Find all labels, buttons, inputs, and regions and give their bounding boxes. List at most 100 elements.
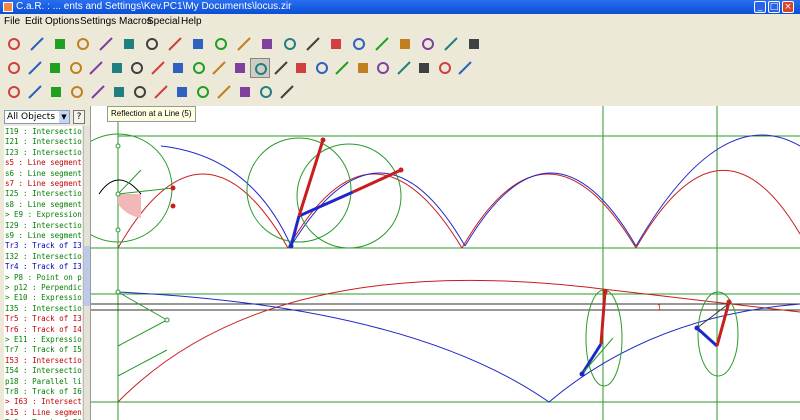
menu-edit[interactable]: Edit bbox=[25, 14, 42, 30]
page-icon[interactable] bbox=[211, 34, 231, 54]
fixed-circle-icon[interactable] bbox=[127, 58, 147, 78]
undo-icon[interactable] bbox=[73, 34, 93, 54]
dot-tool-icon[interactable] bbox=[4, 58, 24, 78]
object-list-item[interactable]: I54 : Intersectio bbox=[5, 365, 82, 376]
line-tool-icon[interactable] bbox=[25, 58, 45, 78]
tool-k-icon[interactable] bbox=[214, 82, 234, 102]
blue-arch-3[interactable] bbox=[464, 172, 637, 247]
circle2-tool-icon[interactable] bbox=[107, 58, 127, 78]
text-tool-icon[interactable] bbox=[414, 58, 434, 78]
object-list-item[interactable]: s9 : Line segment bbox=[5, 230, 82, 241]
object-list-item[interactable]: Tr8 : Track of I6 bbox=[5, 386, 82, 397]
menu-special[interactable]: Special bbox=[147, 14, 180, 30]
object-list-item[interactable]: Tr4 : Track of I3 bbox=[5, 261, 82, 272]
zigzag-icon[interactable] bbox=[312, 58, 332, 78]
object-list-item[interactable]: I35 : Intersectio bbox=[5, 303, 82, 314]
scrollbar-thumb[interactable] bbox=[84, 246, 90, 306]
blue-arch-1[interactable] bbox=[160, 145, 292, 247]
object-list-item[interactable]: I21 : Intersectio bbox=[5, 136, 82, 147]
point-blue-base[interactable] bbox=[288, 243, 294, 249]
polygon-icon[interactable] bbox=[373, 58, 393, 78]
blue-rod-2[interactable] bbox=[298, 190, 354, 218]
object-list-item[interactable]: > p12 : Perpendic bbox=[5, 282, 82, 293]
parallel-icon[interactable] bbox=[209, 58, 229, 78]
help-button[interactable]: ? bbox=[73, 110, 85, 124]
stick-icon[interactable] bbox=[418, 34, 438, 54]
arrow-icon[interactable] bbox=[119, 34, 139, 54]
object-list-item[interactable]: I29 : Intersectio bbox=[5, 220, 82, 231]
hammer-icon[interactable] bbox=[435, 58, 455, 78]
object-list-item[interactable]: > I63 : Intersect bbox=[5, 396, 82, 407]
middle-circle-2[interactable] bbox=[296, 143, 402, 249]
save-icon[interactable] bbox=[50, 34, 70, 54]
point-red-2[interactable] bbox=[170, 203, 176, 209]
object-list-item[interactable]: p18 : Parallel li bbox=[5, 376, 82, 387]
minimize-button[interactable]: _ bbox=[754, 1, 766, 13]
object-list-item[interactable]: s7 : Line segment bbox=[5, 178, 82, 189]
point-left-top[interactable] bbox=[115, 143, 121, 149]
point-left-center[interactable] bbox=[115, 191, 121, 197]
point-lower-left[interactable] bbox=[115, 289, 121, 295]
geometry-drawing[interactable]: 1 bbox=[91, 106, 800, 420]
menu-settings[interactable]: Settings bbox=[80, 14, 116, 30]
square-icon[interactable] bbox=[303, 34, 323, 54]
tool-g-icon[interactable] bbox=[130, 82, 150, 102]
point-left-low[interactable] bbox=[115, 227, 121, 233]
object-list-item[interactable]: > P8 : Point on p bbox=[5, 272, 82, 283]
point-lower-red-1[interactable] bbox=[602, 289, 608, 295]
red-arch-2[interactable] bbox=[287, 173, 463, 249]
reflection-icon[interactable] bbox=[250, 58, 270, 78]
circle-tool-icon[interactable] bbox=[86, 58, 106, 78]
tool-f-icon[interactable] bbox=[109, 82, 129, 102]
lower-blue-rod-2[interactable] bbox=[695, 326, 719, 348]
object-list-item[interactable]: s15 : Line segmen bbox=[5, 407, 82, 418]
object-list-item[interactable]: > E9 : Expression bbox=[5, 209, 82, 220]
sort-az-icon[interactable] bbox=[188, 34, 208, 54]
point-red-1[interactable] bbox=[170, 185, 176, 191]
folder-icon[interactable] bbox=[27, 34, 47, 54]
red-rod-1[interactable] bbox=[297, 139, 325, 217]
info-icon[interactable] bbox=[464, 34, 484, 54]
object-list-item[interactable]: Tr5 : Track of I3 bbox=[5, 313, 82, 324]
lower-green-segment-3[interactable] bbox=[117, 291, 168, 321]
object-list-item[interactable]: I32 : Intersectio bbox=[5, 251, 82, 262]
gear-tool-icon[interactable] bbox=[455, 58, 475, 78]
point-lower-blue-2[interactable] bbox=[694, 325, 700, 331]
point-red-end[interactable] bbox=[398, 167, 404, 173]
menu-help[interactable]: Help bbox=[181, 14, 202, 30]
tool-j-icon[interactable] bbox=[193, 82, 213, 102]
object-list-item[interactable]: Tr6 : Track of I4 bbox=[5, 324, 82, 335]
tool-d-icon[interactable] bbox=[67, 82, 87, 102]
lower-blue-curve[interactable] bbox=[117, 291, 800, 403]
tool-i-icon[interactable] bbox=[172, 82, 192, 102]
tool-e-icon[interactable] bbox=[88, 82, 108, 102]
object-list-item[interactable]: s6 : Line segment bbox=[5, 168, 82, 179]
lower-blue-rod-1[interactable] bbox=[580, 343, 603, 375]
tool-l-icon[interactable] bbox=[235, 82, 255, 102]
lower-red-curve[interactable] bbox=[117, 279, 800, 403]
segment-tool-icon[interactable] bbox=[45, 58, 65, 78]
midpoint-icon[interactable] bbox=[189, 58, 209, 78]
menu-file[interactable]: File bbox=[4, 14, 20, 30]
perpendicular-icon[interactable] bbox=[230, 58, 250, 78]
object-filter-select[interactable]: All Objects ▼ bbox=[4, 110, 70, 124]
tool-b-icon[interactable] bbox=[25, 82, 45, 102]
lower-green-rod-1[interactable] bbox=[581, 337, 614, 375]
lower-green-segment-2[interactable] bbox=[117, 349, 168, 377]
object-list-item[interactable]: I19 : Intersectio bbox=[5, 126, 82, 137]
object-list-item[interactable]: Tr7 : Track of I5 bbox=[5, 344, 82, 355]
object-list-scrollbar[interactable] bbox=[83, 126, 90, 420]
object-list-item[interactable]: s5 : Line segment bbox=[5, 157, 82, 168]
object-list-item[interactable]: I23 : Intersectio bbox=[5, 147, 82, 158]
point-red-top[interactable] bbox=[320, 137, 326, 143]
point-lower-red-2[interactable] bbox=[726, 299, 732, 305]
object-list-item[interactable]: > E10 : Expressio bbox=[5, 292, 82, 303]
lower-red-rod-1[interactable] bbox=[599, 291, 607, 345]
point-lower-blue-1[interactable] bbox=[579, 371, 585, 377]
open-icon[interactable] bbox=[4, 34, 24, 54]
chevron-down-icon[interactable]: ▼ bbox=[59, 111, 69, 123]
middle-circle-1[interactable] bbox=[246, 137, 352, 243]
tool-n-icon[interactable] bbox=[277, 82, 297, 102]
point-lower-mid[interactable] bbox=[164, 317, 170, 323]
equation-icon[interactable] bbox=[353, 58, 373, 78]
